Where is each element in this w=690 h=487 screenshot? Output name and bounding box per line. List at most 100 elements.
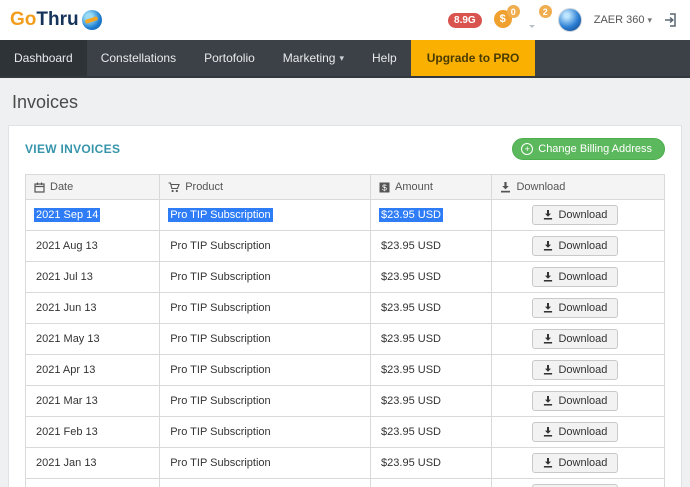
invoice-product-text: Pro TIP Subscription — [168, 208, 272, 222]
logout-button[interactable] — [664, 12, 680, 28]
download-button[interactable]: Download — [532, 360, 618, 380]
nav-label: Help — [372, 51, 397, 65]
invoice-amount-text: $23.95 USD — [379, 332, 443, 346]
download-icon — [500, 182, 511, 193]
topbar-right: 8.9G $ 0 2 ZAER 360 ▾ — [448, 8, 680, 32]
credits-button[interactable]: $ 0 — [494, 10, 514, 30]
gothru-logo[interactable]: GoThru — [10, 9, 102, 31]
user-menu[interactable]: ZAER 360 ▾ — [594, 14, 652, 26]
change-billing-label: Change Billing Address — [538, 143, 652, 155]
invoice-amount-text: $23.95 USD — [379, 239, 443, 253]
card-header: VIEW INVOICES + Change Billing Address — [9, 126, 681, 170]
column-label: Amount — [395, 181, 433, 193]
table-header-row: Date Product — [26, 175, 665, 200]
download-button[interactable]: Download — [532, 422, 618, 442]
invoice-date: 2021 Jan 13 — [26, 448, 160, 479]
download-button-label: Download — [558, 240, 607, 252]
logo-text-go: Go — [10, 9, 36, 31]
table-row: 2021 Sep 14 Pro TIP Subscription $23.95 US… — [26, 200, 665, 231]
invoice-table-body: 2021 Sep 14Pro TIP Subscription$23.95 US… — [26, 200, 665, 487]
invoice-amount-text: $23.95 USD — [379, 394, 443, 408]
upgrade-to-pro-button[interactable]: Upgrade to PRO — [411, 40, 536, 76]
dollar-icon: $ — [379, 182, 390, 193]
invoice-product: Pro TIP Subscription — [160, 448, 371, 479]
messages-count-badge: 2 — [539, 5, 552, 18]
chevron-down-icon: ▾ — [647, 15, 652, 26]
invoice-date-text: 2021 Jan 13 — [34, 456, 99, 470]
download-button[interactable]: Download — [532, 453, 618, 473]
credits-count-badge: 0 — [507, 5, 520, 18]
invoice-amount: $23.95 USD — [371, 324, 492, 355]
column-label: Product — [185, 181, 223, 193]
download-icon — [543, 272, 553, 282]
nav-item-portofolio[interactable]: Portofolio — [190, 40, 269, 76]
nav-label: Portofolio — [204, 51, 255, 65]
nav-item-dashboard[interactable]: Dashboard — [0, 40, 87, 76]
download-cell: Download — [492, 231, 665, 262]
table-row: 2021 Feb 13 Pro TIP Subscription$23.95 US… — [26, 417, 665, 448]
download-button-label: Download — [558, 333, 607, 345]
table-row: 2020 Dec 13Pro TIP Subscription$23.95 US… — [26, 479, 665, 487]
invoice-date: 2020 Dec 13 — [26, 479, 160, 487]
table-row: 2021 Jun 13Pro TIP Subscription$23.95 US… — [26, 293, 665, 324]
nav-item-help[interactable]: Help — [358, 40, 411, 76]
topbar: GoThru 8.9G $ 0 2 ZAER 360 ▾ — [0, 0, 690, 40]
download-button[interactable]: Download — [532, 329, 618, 349]
invoice-table-wrap: Date Product — [9, 170, 681, 487]
download-cell: Download — [492, 386, 665, 417]
download-button-label: Download — [558, 395, 607, 407]
invoice-date: 2021 Mar 13 — [26, 386, 160, 417]
calendar-icon — [34, 182, 45, 193]
download-button[interactable]: Download — [532, 298, 618, 318]
table-row: 2021 Jul 13Pro TIP Subscription$23.95 US… — [26, 262, 665, 293]
table-row: 2021 Mar 13 Pro TIP Subscription $23.95 US… — [26, 386, 665, 417]
table-row: 2021 May 13Pro TIP Subscription$23.95 US… — [26, 324, 665, 355]
invoice-product: Pro TIP Subscription — [160, 417, 371, 448]
page-title: Invoices — [0, 78, 690, 125]
download-button[interactable]: Download — [532, 391, 618, 411]
invoice-date-text: 2021 Apr 13 — [34, 363, 97, 377]
download-cell: Download — [492, 417, 665, 448]
main-nav: Dashboard Constellations Portofolio Mark… — [0, 40, 690, 78]
invoice-amount: $23.95 USD — [371, 386, 492, 417]
user-avatar[interactable] — [558, 8, 582, 32]
invoice-product: Pro TIP Subscription — [160, 200, 371, 231]
nav-item-marketing[interactable]: Marketing ▾ — [269, 40, 358, 76]
invoice-date: 2021 Feb 13 — [26, 417, 160, 448]
download-button[interactable]: Download — [532, 236, 618, 256]
messages-button[interactable]: 2 — [526, 10, 546, 30]
download-button[interactable]: Download — [532, 267, 618, 287]
table-row: 2021 Apr 13Pro TIP Subscription$23.95 US… — [26, 355, 665, 386]
invoice-date: 2021 Sep 14 — [26, 200, 160, 231]
invoice-date-text: 2021 Feb 13 — [34, 425, 100, 439]
logout-icon — [664, 12, 680, 28]
download-button-label: Download — [558, 426, 607, 438]
download-button[interactable]: Download — [532, 205, 618, 225]
invoice-amount: $23.95 USD — [371, 479, 492, 487]
invoice-date: 2021 Apr 13 — [26, 355, 160, 386]
invoice-date-text: 2021 Sep 14 — [34, 208, 100, 222]
storage-badge[interactable]: 8.9G — [448, 13, 482, 28]
invoice-product: Pro TIP Subscription — [160, 231, 371, 262]
change-billing-address-button[interactable]: + Change Billing Address — [512, 138, 665, 160]
invoice-date-text: 2021 Jun 13 — [34, 301, 99, 315]
invoice-product-text: Pro TIP Subscription — [168, 394, 272, 408]
invoice-product: Pro TIP Subscription — [160, 293, 371, 324]
invoice-date-text: 2021 Jul 13 — [34, 270, 95, 284]
invoice-amount: $23.95 USD — [371, 448, 492, 479]
nav-label: Marketing — [283, 51, 336, 65]
download-cell: Download — [492, 355, 665, 386]
invoice-date: 2021 Jun 13 — [26, 293, 160, 324]
svg-text:$: $ — [382, 182, 387, 192]
download-cell: Download — [492, 324, 665, 355]
invoice-amount: $23.95 USD — [371, 231, 492, 262]
invoice-amount-text: $23.95 USD — [379, 208, 443, 222]
chevron-down-icon: ▾ — [339, 53, 344, 64]
invoice-product-text: Pro TIP Subscription — [168, 332, 272, 346]
download-icon — [543, 334, 553, 344]
download-icon — [543, 210, 553, 220]
nav-item-constellations[interactable]: Constellations — [87, 40, 190, 76]
invoice-amount-text: $23.95 USD — [379, 270, 443, 284]
invoice-amount: $23.95 USD — [371, 417, 492, 448]
download-icon — [543, 365, 553, 375]
